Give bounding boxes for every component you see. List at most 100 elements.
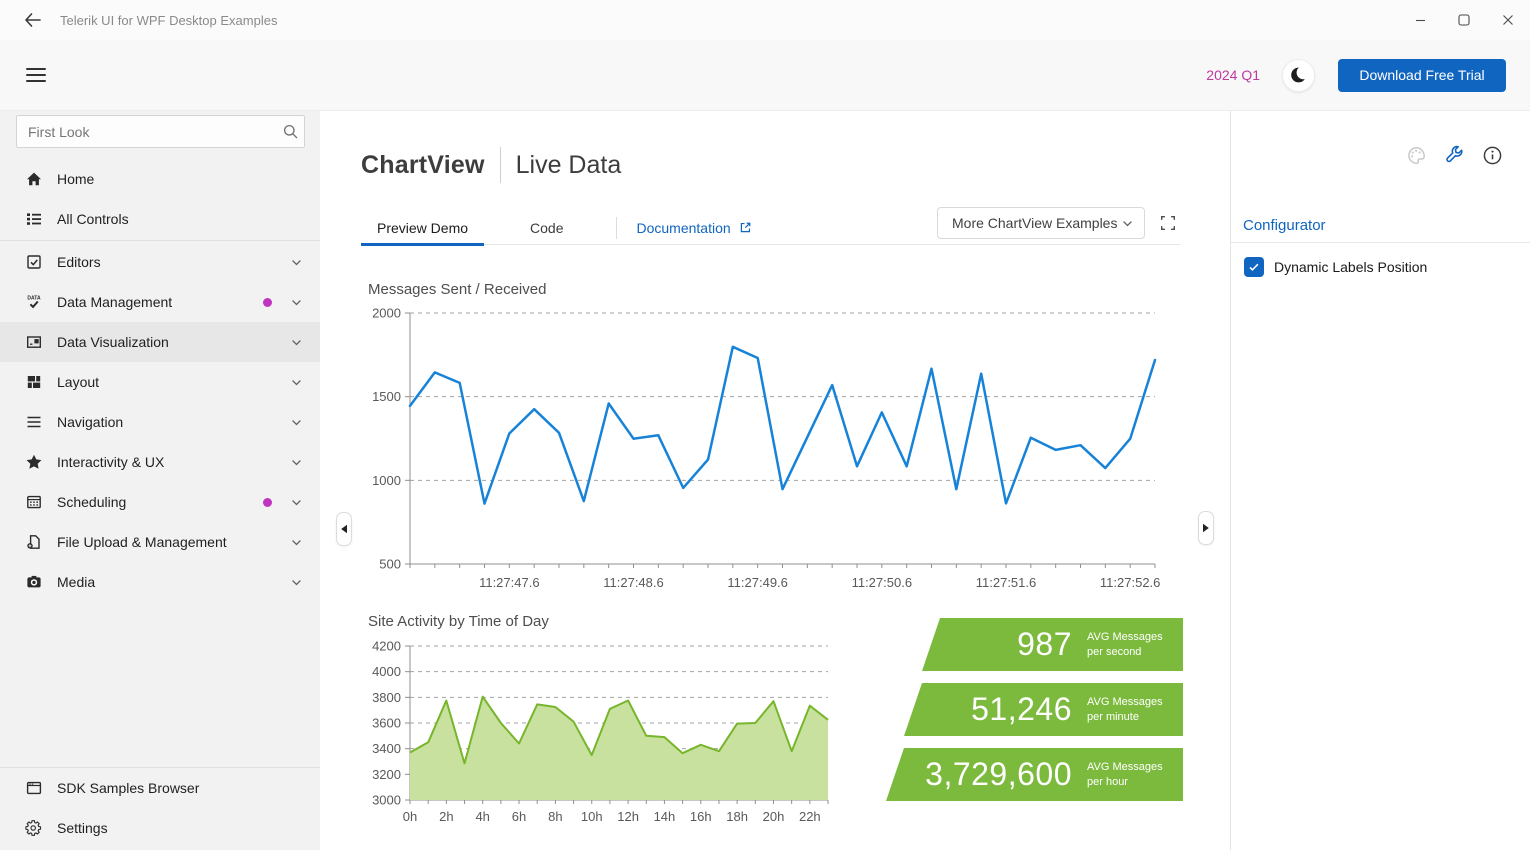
main-content: ChartView Live Data Preview Demo Code Do… bbox=[320, 111, 1230, 850]
chevron-down-icon bbox=[290, 456, 303, 469]
nav-item-label: Editors bbox=[57, 254, 101, 270]
dropdown-selected-value: More ChartView Examples bbox=[952, 215, 1118, 231]
nav-item-label: Data Management bbox=[57, 294, 173, 310]
nav-item-label: All Controls bbox=[57, 211, 129, 227]
messages-line-chart: 500 1000 1500 2000 11:27:47.6 11:27:48.6 11:27… bbox=[372, 306, 1160, 590]
sidebar-item-scheduling[interactable]: Scheduling bbox=[0, 482, 320, 522]
layout-icon bbox=[25, 373, 43, 391]
sidebar-item-settings[interactable]: Settings bbox=[0, 808, 320, 848]
documentation-link[interactable]: Documentation bbox=[637, 220, 753, 236]
nav-item-label: Data Visualization bbox=[57, 334, 169, 350]
x-tick-label: 20h bbox=[763, 809, 785, 824]
info-icon bbox=[1482, 145, 1503, 166]
messages-chart-title: Messages Sent / Received bbox=[368, 281, 547, 298]
carousel-prev-button[interactable] bbox=[336, 512, 352, 546]
x-tick-label: 4h bbox=[475, 809, 489, 824]
maximize-button[interactable] bbox=[1442, 0, 1486, 40]
y-tick-label: 1000 bbox=[372, 473, 401, 488]
x-tick-label: 11:27:51.6 bbox=[976, 575, 1036, 590]
x-tick-label: 6h bbox=[512, 809, 526, 824]
chevron-down-icon bbox=[290, 576, 303, 589]
close-button[interactable] bbox=[1486, 0, 1530, 40]
activity-area-chart: 3000 3200 3400 3600 3800 4000 4200 0h 2h 4h 6h 8h 10… bbox=[372, 639, 829, 824]
x-tick-label: 11:27:49.6 bbox=[727, 575, 787, 590]
home-icon bbox=[25, 170, 43, 188]
chevron-down-icon bbox=[290, 376, 303, 389]
sidebar-item-data-visualization[interactable]: Data Visualization bbox=[0, 322, 320, 362]
search-input[interactable] bbox=[17, 123, 276, 140]
minimize-button[interactable] bbox=[1398, 0, 1442, 40]
tab-preview-demo[interactable]: Preview Demo bbox=[361, 211, 485, 246]
sidebar-item-editors[interactable]: Editors bbox=[0, 242, 320, 282]
window-titlebar: Telerik UI for WPF Desktop Examples bbox=[0, 0, 1530, 40]
chevron-down-icon bbox=[1121, 217, 1134, 230]
chevron-down-icon bbox=[290, 296, 303, 309]
carousel-next-button[interactable] bbox=[1198, 511, 1214, 545]
back-arrow-icon bbox=[22, 10, 43, 30]
new-items-dot bbox=[263, 497, 272, 507]
data-visualization-icon bbox=[25, 333, 43, 351]
x-tick-label: 22h bbox=[799, 809, 821, 824]
media-icon bbox=[25, 573, 43, 591]
sidebar-item-layout[interactable]: Layout bbox=[0, 362, 320, 402]
arrow-right-icon bbox=[1202, 523, 1210, 533]
configurator-button[interactable] bbox=[1444, 145, 1465, 166]
header-divider bbox=[499, 147, 501, 183]
wrench-icon bbox=[1444, 145, 1465, 166]
y-tick-label: 3800 bbox=[372, 690, 401, 705]
sidebar-item-navigation[interactable]: Navigation bbox=[0, 402, 320, 442]
sidebar-item-data-management[interactable]: DATA Data Management bbox=[0, 282, 320, 322]
svg-text:DATA: DATA bbox=[27, 296, 41, 302]
app-body: Home All Controls Editors DATA Data Manageme… bbox=[0, 110, 1530, 850]
tab-code[interactable]: Code bbox=[514, 211, 579, 245]
configurator-panel: Configurator Dynamic Labels Position bbox=[1230, 111, 1530, 850]
chevron-down-icon bbox=[290, 336, 303, 349]
theme-palette-button[interactable] bbox=[1406, 145, 1427, 166]
x-tick-label: 11:27:52.6 bbox=[1100, 575, 1160, 590]
nav-item-label: Home bbox=[57, 171, 95, 187]
hamburger-menu-button[interactable] bbox=[26, 68, 46, 82]
configurator-option-label: Dynamic Labels Position bbox=[1274, 259, 1428, 275]
stat-badge: 987 AVG Messages per second bbox=[922, 618, 1183, 671]
sidebar-item-sdk-samples-browser[interactable]: SDK Samples Browser bbox=[0, 768, 320, 808]
y-tick-label: 3400 bbox=[372, 741, 401, 756]
release-label: 2024 Q1 bbox=[1206, 67, 1260, 83]
stat-value: 51,246 bbox=[971, 691, 1072, 727]
sdk-icon bbox=[25, 779, 43, 797]
x-tick-label: 11:27:47.6 bbox=[479, 575, 539, 590]
sidebar-divider bbox=[0, 240, 320, 241]
app-toolbar: 2024 Q1 Download Free Trial bbox=[0, 40, 1530, 110]
sidebar-bottom-nav: SDK Samples Browser Settings bbox=[0, 766, 320, 848]
y-tick-label: 500 bbox=[379, 557, 401, 572]
configurator-option[interactable]: Dynamic Labels Position bbox=[1244, 257, 1427, 277]
x-tick-label: 18h bbox=[726, 809, 748, 824]
sidebar-item-file-upload-management[interactable]: File Upload & Management bbox=[0, 522, 320, 562]
checkbox-checked[interactable] bbox=[1244, 257, 1264, 277]
sidebar-item-all-controls[interactable]: All Controls bbox=[0, 199, 320, 239]
y-tick-label: 2000 bbox=[372, 306, 401, 321]
x-tick-label: 12h bbox=[617, 809, 639, 824]
sidebar-item-home[interactable]: Home bbox=[0, 159, 320, 199]
y-tick-label: 3200 bbox=[372, 767, 401, 782]
download-free-trial-button[interactable]: Download Free Trial bbox=[1338, 58, 1506, 92]
info-button[interactable] bbox=[1482, 145, 1503, 166]
stat-caption: AVG Messages per hour bbox=[1087, 761, 1163, 788]
window-title: Telerik UI for WPF Desktop Examples bbox=[60, 12, 278, 28]
theme-toggle-button[interactable] bbox=[1282, 58, 1315, 92]
chevron-down-icon bbox=[290, 536, 303, 549]
more-examples-dropdown[interactable]: More ChartView Examples bbox=[937, 207, 1145, 239]
y-tick-label: 3000 bbox=[372, 793, 401, 808]
interactivity-icon bbox=[25, 453, 43, 471]
chevron-down-icon bbox=[290, 496, 303, 509]
sidebar-item-interactivity-ux[interactable]: Interactivity & UX bbox=[0, 442, 320, 482]
sidebar-search bbox=[16, 115, 305, 148]
fullscreen-button[interactable] bbox=[1157, 212, 1179, 234]
arrow-left-icon bbox=[340, 524, 348, 534]
minimize-icon bbox=[1415, 15, 1426, 26]
scheduling-icon bbox=[25, 493, 43, 511]
nav-item-label: SDK Samples Browser bbox=[57, 780, 200, 796]
panel-icon-bar bbox=[1406, 145, 1503, 166]
sidebar-item-media[interactable]: Media bbox=[0, 562, 320, 602]
nav-item-label: Interactivity & UX bbox=[57, 454, 165, 470]
back-button[interactable] bbox=[14, 4, 50, 36]
